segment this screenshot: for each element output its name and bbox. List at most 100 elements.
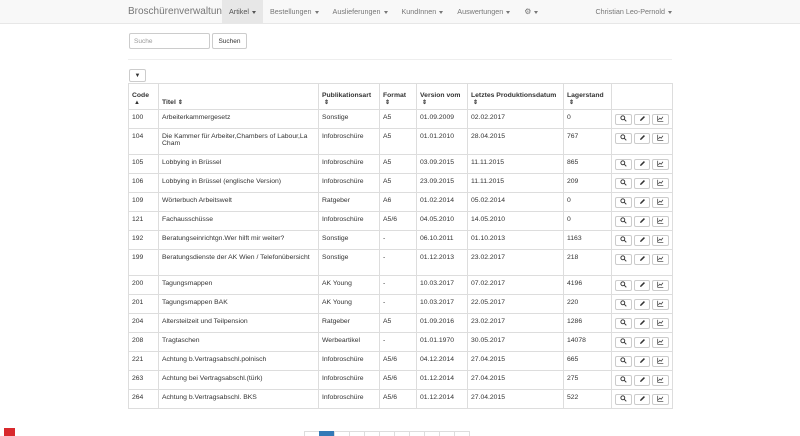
search-button[interactable] [615, 280, 632, 291]
user-menu[interactable]: Christian Leo-Pernold [595, 0, 672, 24]
pencil-button[interactable] [633, 299, 651, 310]
search-button[interactable] [615, 394, 632, 405]
cell-title: Lobbying in Brüssel (englische Version) [158, 173, 319, 193]
search-button[interactable] [615, 178, 632, 189]
nav-artikel[interactable]: Artikel [222, 0, 263, 24]
chart-button[interactable] [652, 114, 670, 125]
pagination [304, 431, 470, 436]
pencil-button[interactable] [633, 197, 651, 208]
page-link[interactable] [409, 431, 425, 436]
pencil-icon [639, 134, 646, 143]
col-lagerstand[interactable]: Lagerstand ⇕ [563, 83, 612, 110]
search-button[interactable] [615, 159, 632, 170]
page-link[interactable] [439, 431, 455, 436]
page-link[interactable] [424, 431, 440, 436]
search-button[interactable] [615, 375, 632, 386]
col-format[interactable]: Format ⇕ [379, 83, 417, 110]
page-link[interactable] [334, 431, 350, 436]
cell-version: 03.09.2015 [416, 154, 468, 174]
pencil-button[interactable] [633, 318, 651, 329]
pencil-button[interactable] [633, 178, 651, 189]
chart-button[interactable] [652, 254, 670, 265]
pencil-button[interactable] [633, 216, 651, 227]
col-version[interactable]: Version vom ⇕ [416, 83, 468, 110]
cell-code: 106 [128, 173, 159, 193]
cell-stock: 0 [563, 192, 612, 212]
pencil-button[interactable] [633, 235, 651, 246]
cell-title: Die Kammer für Arbeiter,Chambers of Labo… [158, 128, 319, 155]
search-button[interactable] [615, 254, 632, 265]
search-icon [620, 319, 627, 328]
chart-button[interactable] [652, 159, 670, 170]
nav-settings[interactable]: ⚙ [517, 0, 545, 24]
cell-version: 23.09.2015 [416, 173, 468, 193]
page-link[interactable] [394, 431, 410, 436]
chart-button[interactable] [652, 235, 670, 246]
search-button[interactable] [615, 133, 632, 144]
app-brand[interactable]: Broschürenverwaltung [128, 0, 228, 24]
chart-button[interactable] [652, 318, 670, 329]
col-titel[interactable]: Titel ⇕ [158, 83, 319, 110]
page-link[interactable] [364, 431, 380, 436]
chart-button[interactable] [652, 197, 670, 208]
page-link[interactable] [454, 431, 470, 436]
chart-button[interactable] [652, 280, 670, 291]
nav-auslieferungen-label: Auslieferungen [332, 7, 381, 16]
filter-button[interactable]: ▼ [129, 69, 146, 82]
chart-button[interactable] [652, 216, 670, 227]
pencil-icon [639, 236, 646, 245]
pencil-button[interactable] [633, 133, 651, 144]
col-publikationsart[interactable]: Publikationsart ⇕ [318, 83, 380, 110]
pencil-button[interactable] [633, 280, 651, 291]
cell-production: 27.04.2015 [467, 370, 564, 390]
row-actions [611, 128, 673, 155]
pencil-button[interactable] [633, 337, 651, 348]
search-button[interactable] [615, 337, 632, 348]
row-actions [611, 294, 673, 314]
nav-bestellungen[interactable]: Bestellungen [263, 0, 326, 24]
pencil-button[interactable] [633, 114, 651, 125]
col-titel-label: Titel [162, 99, 176, 106]
chart-button[interactable] [652, 178, 670, 189]
col-production[interactable]: Letztes Produktionsdatum ⇕ [467, 83, 564, 110]
search-button[interactable]: Suchen [212, 33, 247, 49]
search-input[interactable] [129, 33, 210, 49]
page-link-active[interactable] [319, 431, 335, 436]
search-button[interactable] [615, 216, 632, 227]
chart-button[interactable] [652, 394, 670, 405]
pencil-button[interactable] [633, 159, 651, 170]
cell-production: 23.02.2017 [467, 313, 564, 333]
page-link[interactable] [349, 431, 365, 436]
cell-production: 11.11.2015 [467, 154, 564, 174]
pencil-icon [639, 198, 646, 207]
nav-kundinnen[interactable]: KundInnen [395, 0, 451, 24]
pencil-button[interactable] [633, 254, 651, 265]
table-row: 264 Achtung b.Vertragsabschl. BKS Infobros… [128, 389, 673, 409]
chart-button[interactable] [652, 337, 670, 348]
pencil-button[interactable] [633, 394, 651, 405]
nav-auslieferungen[interactable]: Auslieferungen [326, 0, 395, 24]
search-icon [620, 357, 627, 366]
pencil-button[interactable] [633, 356, 651, 367]
chart-icon [657, 198, 664, 207]
nav-auswertungen[interactable]: Auswertungen [450, 0, 517, 24]
search-button[interactable] [615, 318, 632, 329]
pencil-button[interactable] [633, 375, 651, 386]
search-button[interactable] [615, 197, 632, 208]
row-actions [611, 109, 673, 129]
search-button[interactable] [615, 299, 632, 310]
cell-type: Infobroschüre [318, 370, 380, 390]
chart-button[interactable] [652, 133, 670, 144]
chart-button[interactable] [652, 299, 670, 310]
search-button[interactable] [615, 235, 632, 246]
col-code[interactable]: Code ▲ [128, 83, 159, 110]
search-button[interactable] [615, 356, 632, 367]
page-link[interactable] [379, 431, 395, 436]
chart-button[interactable] [652, 356, 670, 367]
search-button[interactable] [615, 114, 632, 125]
cell-production: 11.11.2015 [467, 173, 564, 193]
page-link[interactable] [304, 431, 320, 436]
user-name: Christian Leo-Pernold [595, 7, 665, 16]
chart-button[interactable] [652, 375, 670, 386]
cell-code: 199 [128, 249, 159, 276]
